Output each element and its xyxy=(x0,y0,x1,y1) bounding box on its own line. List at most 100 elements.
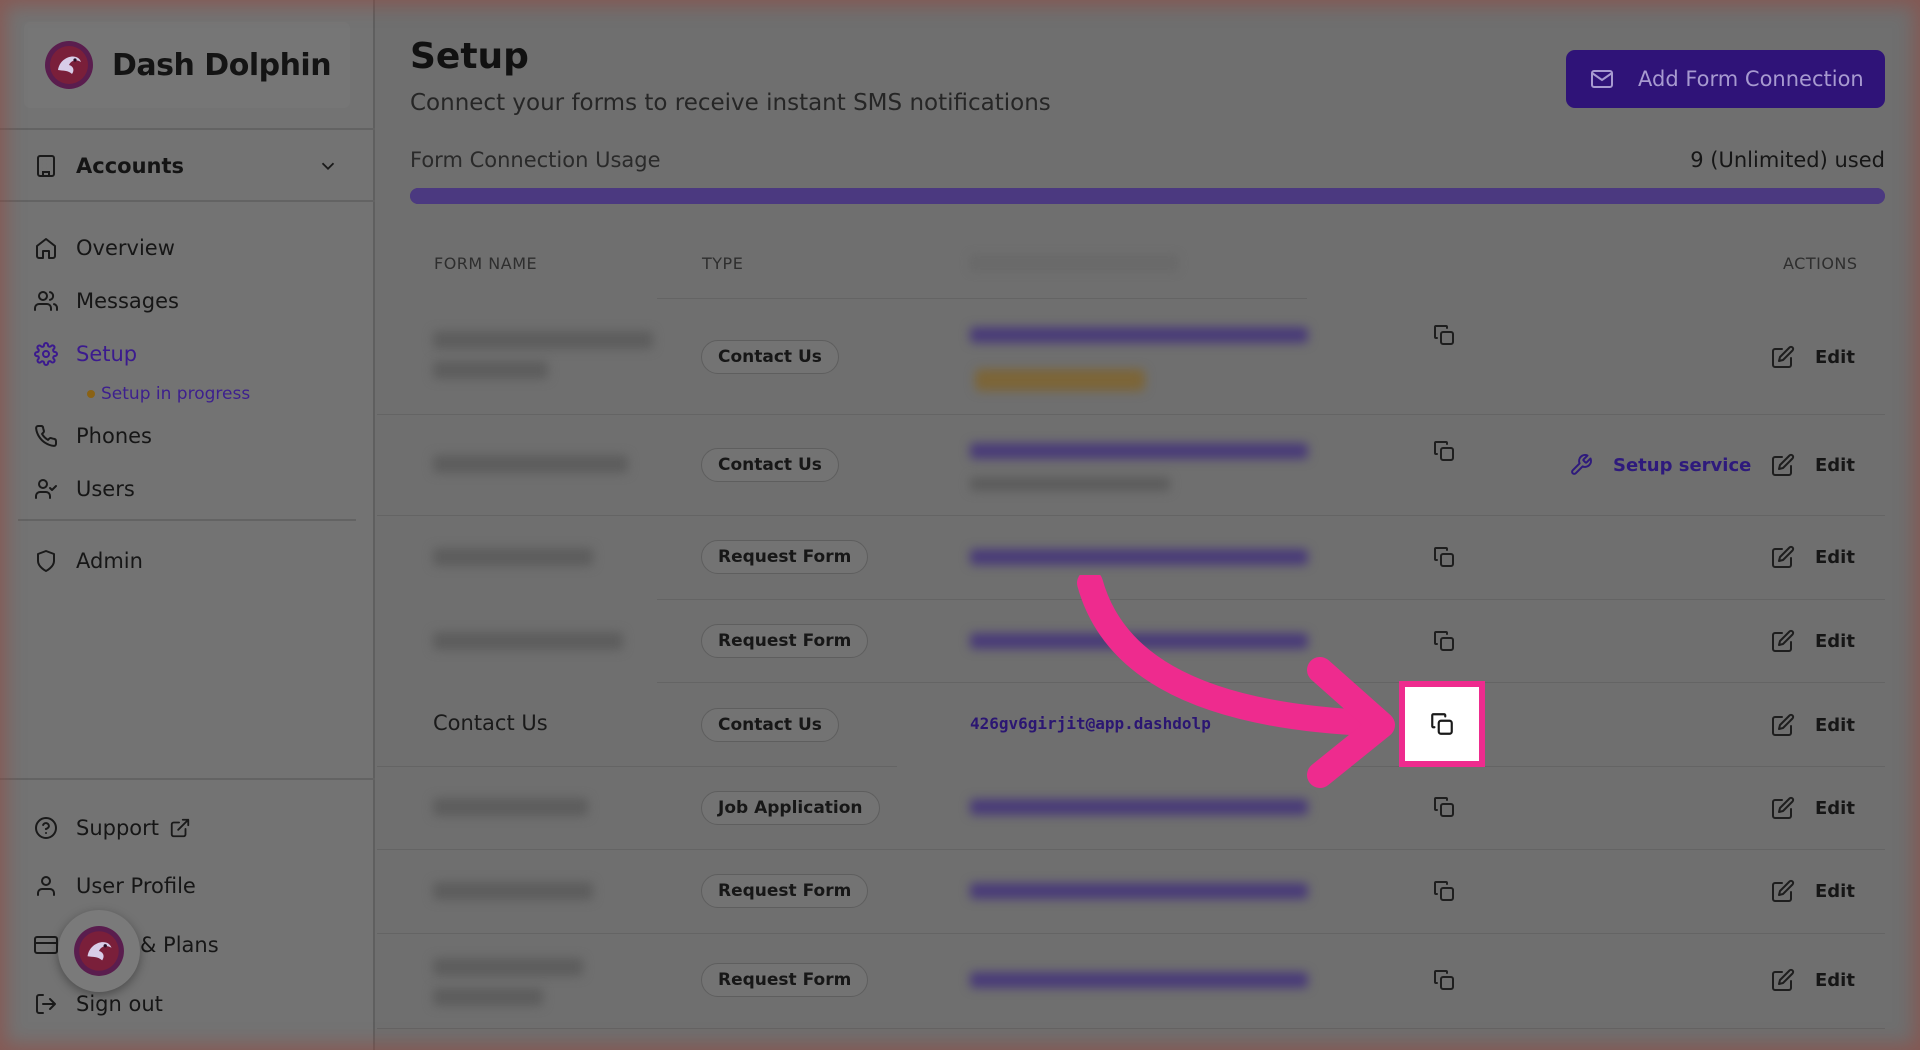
copy-email-button[interactable] xyxy=(1429,965,1459,995)
dolphin-logo-icon xyxy=(45,41,93,89)
external-link-icon xyxy=(170,818,190,838)
sidebar-item-phones[interactable]: Phones xyxy=(34,416,152,456)
copy-icon xyxy=(1434,797,1454,817)
edit-button[interactable]: Edit xyxy=(1771,453,1855,477)
brand[interactable]: Dash Dolphin xyxy=(24,22,350,108)
edit-label: Edit xyxy=(1815,714,1855,736)
add-form-connection-button[interactable]: Add Form Connection xyxy=(1566,50,1885,108)
copy-email-button[interactable] xyxy=(1429,542,1459,572)
copy-icon xyxy=(1434,547,1454,567)
usage-progress-fill xyxy=(410,188,1885,204)
form-name-redacted xyxy=(433,798,588,816)
column-header-redacted xyxy=(969,254,1179,272)
edit-label: Edit xyxy=(1815,880,1855,902)
copy-icon xyxy=(1431,713,1453,735)
usage-label: Form Connection Usage xyxy=(410,148,661,172)
sidebar-item-label: User Profile xyxy=(76,874,196,898)
brand-name: Dash Dolphin xyxy=(112,47,332,83)
copy-email-button[interactable] xyxy=(1429,626,1459,656)
shield-icon xyxy=(37,550,55,572)
edit-button[interactable]: Edit xyxy=(1771,713,1855,737)
setup-status: Setup in progress xyxy=(87,384,250,404)
log-out-icon xyxy=(36,994,56,1014)
edit-button[interactable]: Edit xyxy=(1771,968,1855,992)
account-selector[interactable]: Accounts xyxy=(34,144,339,188)
column-header-type: TYPE xyxy=(702,254,744,273)
form-name-redacted xyxy=(433,331,653,349)
column-header-actions: ACTIONS xyxy=(1783,254,1858,273)
setup-status-label: Setup in progress xyxy=(101,384,251,404)
email-redacted xyxy=(970,549,1308,565)
email-redacted xyxy=(970,799,1308,815)
sidebar-item-label: Admin xyxy=(76,549,143,573)
copy-icon xyxy=(1434,325,1454,345)
edit-button[interactable]: Edit xyxy=(1771,345,1855,369)
tutorial-arrow-icon xyxy=(1077,575,1395,788)
phone-icon xyxy=(35,424,58,447)
sidebar-item-label: Support xyxy=(76,816,160,840)
account-label: Accounts xyxy=(76,154,185,178)
row-divider xyxy=(657,298,1307,299)
row-divider xyxy=(377,515,1885,516)
sidebar-item-users[interactable]: Users xyxy=(34,469,135,509)
edit-button[interactable]: Edit xyxy=(1771,629,1855,653)
edit-label: Edit xyxy=(1815,797,1855,819)
email-redacted xyxy=(970,972,1308,988)
sidebar-item-label: Messages xyxy=(76,289,179,313)
copy-email-button[interactable] xyxy=(1429,792,1459,822)
edit-button[interactable]: Edit xyxy=(1771,879,1855,903)
edit-icon xyxy=(1772,713,1795,736)
dolphin-logo-icon xyxy=(74,926,124,976)
users-icon xyxy=(34,291,58,311)
row-divider xyxy=(377,849,1885,850)
email-subtext-redacted xyxy=(970,477,1170,491)
edit-button[interactable]: Edit xyxy=(1771,545,1855,569)
setup-service-button[interactable]: Setup service xyxy=(1569,453,1751,477)
row-divider xyxy=(377,414,1885,415)
edit-icon xyxy=(1772,879,1795,902)
form-name-redacted xyxy=(433,882,593,900)
sidebar-item-user-profile[interactable]: User Profile xyxy=(34,866,196,906)
form-name-redacted xyxy=(433,958,583,976)
divider xyxy=(0,200,375,202)
sidebar-item-messages[interactable]: Messages xyxy=(34,281,179,321)
type-pill: Contact Us xyxy=(701,340,839,374)
setup-service-label: Setup service xyxy=(1613,454,1752,476)
chevron-down-icon xyxy=(321,162,335,171)
form-name: Contact Us xyxy=(433,711,548,735)
copy-email-button[interactable] xyxy=(1429,436,1459,466)
copy-email-button[interactable] xyxy=(1429,320,1459,350)
highlighted-copy-email-button[interactable] xyxy=(1399,681,1485,767)
type-pill: Job Application xyxy=(701,791,880,825)
building-icon xyxy=(37,155,55,177)
row-divider xyxy=(377,1028,1885,1029)
divider xyxy=(18,519,356,521)
sidebar-item-support[interactable]: Support xyxy=(34,808,191,848)
row-divider xyxy=(377,933,1885,934)
status-dot-icon xyxy=(87,390,95,398)
main-content: Setup Connect your forms to receive inst… xyxy=(377,0,1920,1050)
add-form-connection-label: Add Form Connection xyxy=(1638,67,1864,91)
edit-button[interactable]: Edit xyxy=(1771,796,1855,820)
sidebar-item-setup[interactable]: Setup xyxy=(34,334,137,374)
divider xyxy=(0,778,375,780)
help-circle-icon xyxy=(35,817,57,839)
chat-widget-button[interactable] xyxy=(58,910,140,992)
sidebar-item-overview[interactable]: Overview xyxy=(34,228,175,268)
type-pill: Request Form xyxy=(701,963,869,997)
sidebar-item-admin[interactable]: Admin xyxy=(34,541,143,581)
sidebar-item-label: Phones xyxy=(76,424,152,448)
sidebar-item-label: & Plans xyxy=(140,933,219,957)
page-subtitle: Connect your forms to receive instant SM… xyxy=(410,90,1051,116)
row-divider xyxy=(377,766,897,767)
form-name-redacted xyxy=(433,632,623,650)
copy-email-button[interactable] xyxy=(1429,876,1459,906)
edit-icon xyxy=(1772,968,1795,991)
form-name-redacted xyxy=(433,361,548,379)
email-redacted xyxy=(970,443,1308,459)
edit-icon xyxy=(1772,545,1795,568)
user-check-icon xyxy=(35,479,57,499)
gear-icon xyxy=(34,342,58,366)
copy-icon xyxy=(1434,970,1454,990)
type-pill: Contact Us xyxy=(701,448,839,482)
